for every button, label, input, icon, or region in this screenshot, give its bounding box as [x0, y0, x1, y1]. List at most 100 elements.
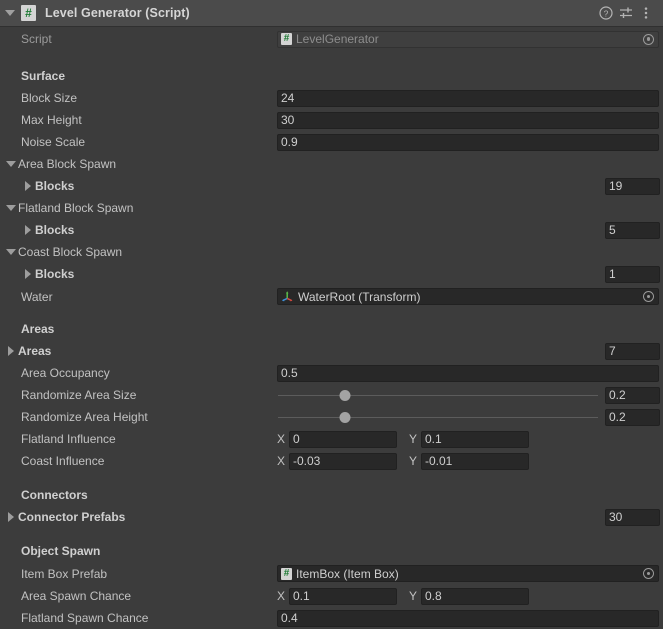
flatland-spawn-chance-input[interactable]: 0.4 [277, 609, 659, 627]
row-area-occupancy: Area Occupancy 0.5 [0, 362, 663, 384]
coast-influence-x: X -0.03 [277, 452, 397, 470]
row-coast-blocks[interactable]: Blocks 1 [0, 263, 663, 285]
coast-blocks-label: Blocks [35, 267, 75, 281]
csharp-script-icon: # [21, 5, 36, 21]
areas-count-input[interactable]: 7 [605, 342, 660, 360]
x-axis-label: X [277, 454, 286, 468]
section-header-surface: Surface [0, 65, 663, 87]
area-spawn-chance-y-input[interactable]: 0.8 [421, 587, 529, 605]
object-picker-icon[interactable] [642, 567, 655, 580]
area-spawn-chance-y: Y 0.8 [409, 587, 529, 605]
item-box-prefab-object-field[interactable]: # ItemBox (Item Box) [277, 565, 659, 582]
chevron-right-icon[interactable] [21, 181, 35, 191]
flatland-influence-y-input[interactable]: 0.1 [421, 430, 529, 448]
noise-scale-input[interactable]: 0.9 [277, 133, 659, 151]
area-occupancy-label: Area Occupancy [21, 366, 110, 380]
area-blocks-count-input[interactable]: 19 [605, 177, 660, 195]
max-height-input[interactable]: 30 [277, 111, 659, 129]
section-header-object-spawn: Object Spawn [0, 540, 663, 562]
object-picker-icon[interactable] [642, 290, 655, 303]
coast-blocks-count-input[interactable]: 1 [605, 265, 660, 283]
foldout-connector-prefabs[interactable]: Connector Prefabs [0, 510, 278, 524]
foldout-area-blocks[interactable]: Blocks [0, 179, 278, 193]
component-title: Level Generator (Script) [45, 6, 190, 20]
randomize-area-height-label: Randomize Area Height [21, 410, 148, 424]
foldout-area-block-spawn[interactable]: Area Block Spawn [0, 157, 278, 171]
max-height-label: Max Height [21, 113, 82, 127]
slider-handle[interactable] [339, 389, 351, 401]
slider-track [278, 416, 598, 418]
y-axis-label: Y [409, 589, 418, 603]
row-flatland-blocks[interactable]: Blocks 5 [0, 219, 663, 241]
row-areas-list[interactable]: Areas 7 [0, 340, 663, 362]
slider-handle[interactable] [339, 411, 351, 423]
flatland-influence-label: Flatland Influence [21, 432, 116, 446]
more-options-icon[interactable] [637, 4, 655, 22]
chevron-down-icon[interactable] [4, 249, 18, 255]
flatland-blocks-count-input[interactable]: 5 [605, 221, 660, 239]
row-connector-prefabs[interactable]: Connector Prefabs 30 [0, 506, 663, 528]
preset-icon[interactable] [617, 4, 635, 22]
row-area-blocks[interactable]: Blocks 19 [0, 175, 663, 197]
water-object-field[interactable]: WaterRoot (Transform) [277, 288, 659, 305]
help-icon[interactable]: ? [597, 4, 615, 22]
component-foldout-icon[interactable] [5, 10, 15, 16]
chevron-right-icon[interactable] [21, 225, 35, 235]
row-flatland-block-spawn[interactable]: Flatland Block Spawn [0, 197, 663, 219]
block-size-input[interactable]: 24 [277, 89, 659, 107]
foldout-areas-list[interactable]: Areas [0, 344, 278, 358]
chevron-right-icon[interactable] [4, 512, 18, 522]
row-flatland-spawn-chance: Flatland Spawn Chance 0.4 [0, 607, 663, 629]
chevron-down-icon[interactable] [4, 161, 18, 167]
flatland-influence-y: Y 0.1 [409, 430, 529, 448]
coast-influence-y-input[interactable]: -0.01 [421, 452, 529, 470]
area-block-spawn-label: Area Block Spawn [18, 157, 117, 171]
foldout-flatland-blocks[interactable]: Blocks [0, 223, 278, 237]
area-spawn-chance-label: Area Spawn Chance [21, 589, 132, 603]
flatland-block-spawn-label: Flatland Block Spawn [18, 201, 134, 215]
flatland-spawn-chance-label: Flatland Spawn Chance [21, 611, 149, 625]
noise-scale-label: Noise Scale [21, 135, 86, 149]
foldout-flatland-block-spawn[interactable]: Flatland Block Spawn [0, 201, 278, 215]
flatland-influence-x: X 0 [277, 430, 397, 448]
randomize-area-size-input[interactable]: 0.2 [605, 386, 660, 404]
coast-influence-x-input[interactable]: -0.03 [289, 452, 397, 470]
section-title-connectors: Connectors [21, 488, 88, 502]
slider-track [278, 394, 598, 396]
area-spawn-chance-x-input[interactable]: 0.1 [289, 587, 397, 605]
component-header[interactable]: # Level Generator (Script) ? [0, 0, 663, 27]
flatland-influence-x-input[interactable]: 0 [289, 430, 397, 448]
object-picker-icon[interactable] [642, 33, 655, 46]
foldout-coast-blocks[interactable]: Blocks [0, 267, 278, 281]
row-area-block-spawn[interactable]: Area Block Spawn [0, 153, 663, 175]
areas-list-label: Areas [18, 344, 52, 358]
row-coast-block-spawn[interactable]: Coast Block Spawn [0, 241, 663, 263]
coast-influence-label: Coast Influence [21, 454, 105, 468]
chevron-right-icon[interactable] [4, 346, 18, 356]
area-spawn-chance-x: X 0.1 [277, 587, 397, 605]
chevron-right-icon[interactable] [21, 269, 35, 279]
connector-prefabs-label: Connector Prefabs [18, 510, 126, 524]
area-occupancy-input[interactable]: 0.5 [277, 364, 659, 382]
section-title-surface: Surface [21, 69, 66, 83]
csharp-script-icon: # [281, 33, 292, 45]
foldout-coast-block-spawn[interactable]: Coast Block Spawn [0, 245, 278, 259]
row-block-size: Block Size 24 [0, 87, 663, 109]
row-water: Water WaterRoot (Transform) [0, 285, 663, 308]
randomize-area-size-slider[interactable] [278, 387, 598, 404]
chevron-down-icon[interactable] [4, 205, 18, 211]
row-randomize-area-height: Randomize Area Height 0.2 [0, 406, 663, 428]
script-row: Script # LevelGenerator [0, 27, 663, 51]
connector-prefabs-count-input[interactable]: 30 [605, 508, 660, 526]
randomize-area-height-input[interactable]: 0.2 [605, 408, 660, 426]
randomize-area-height-slider[interactable] [278, 409, 598, 426]
item-box-prefab-value: ItemBox (Item Box) [296, 566, 399, 581]
y-axis-label: Y [409, 454, 418, 468]
row-flatland-influence: Flatland Influence X 0 Y 0.1 [0, 428, 663, 450]
script-label: Script [21, 32, 52, 46]
row-item-box-prefab: Item Box Prefab # ItemBox (Item Box) [0, 562, 663, 585]
section-header-areas: Areas [0, 318, 663, 340]
